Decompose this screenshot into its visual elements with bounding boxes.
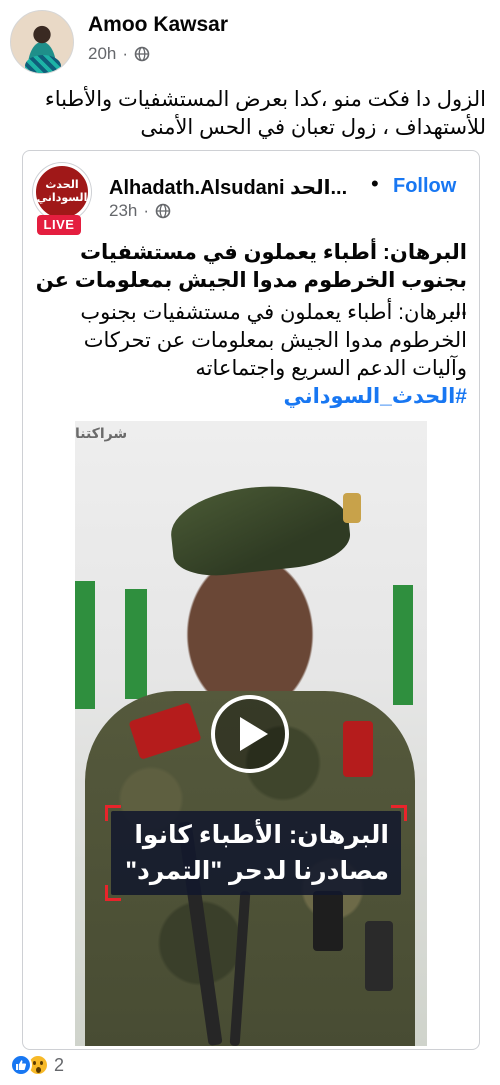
author-avatar[interactable]: [10, 10, 74, 74]
play-button[interactable]: [211, 695, 289, 773]
meta-separator: ·: [122, 44, 129, 63]
post-time[interactable]: 20h: [88, 44, 116, 64]
follow-button[interactable]: Follow: [393, 175, 456, 198]
caption-corner-accent: [105, 805, 121, 821]
page-logo-text-top: الحدث: [45, 179, 79, 191]
post-text: الزول دا فكت منو ،كدا بعرض المستشفيات وا…: [44, 88, 486, 139]
follow-separator: •: [371, 171, 379, 196]
shared-post-meta: 23h ·: [109, 201, 171, 221]
post-meta: 20h ·: [88, 44, 150, 64]
shared-body-text: البرهان: أطباء يعملون في مستشفيات بجنوب …: [80, 301, 467, 380]
reactions-summary[interactable]: 2: [10, 1052, 64, 1078]
collar-insignia: [343, 721, 373, 777]
video-caption-line2: مصادرنا لدحر "التمرد": [125, 857, 389, 885]
page-logo[interactable]: الحدث السوداني LIVE: [33, 163, 97, 235]
microphone: [313, 891, 343, 951]
page-name[interactable]: Alhadath.Alsudani الحد...: [109, 175, 347, 200]
thumbs-up-glyph: [16, 1060, 27, 1070]
reaction-count[interactable]: 2: [54, 1055, 64, 1076]
video-player[interactable]: شراكتنا البرهان: الأطباء كانوا مصادرنا ل…: [75, 421, 427, 1046]
video-watermark: شراكتنا: [75, 425, 128, 441]
like-icon: [10, 1054, 32, 1076]
shared-meta-separator: ·: [143, 201, 150, 220]
video-caption: البرهان: الأطباء كانوا مصادرنا لدحر "الت…: [111, 811, 401, 895]
page-logo-text-bottom: السوداني: [36, 192, 88, 204]
backdrop-green-bar: [393, 585, 413, 705]
hashtag-link[interactable]: #الحدث_السوداني: [283, 383, 467, 411]
caption-corner-accent: [105, 885, 121, 901]
video-caption-line1: البرهان: الأطباء كانوا: [134, 821, 389, 849]
author-name[interactable]: Amoo Kawsar: [88, 13, 228, 37]
caption-corner-accent: [391, 805, 407, 821]
shared-post-time[interactable]: 23h: [109, 201, 137, 221]
backdrop-green-bar: [75, 581, 95, 709]
live-badge: LIVE: [37, 215, 81, 235]
post-header: Amoo Kawsar 20h ·: [10, 10, 490, 74]
page-logo-circle: الحدث السوداني: [33, 163, 91, 221]
backdrop-green-bar: [125, 589, 147, 699]
play-icon: [240, 717, 268, 751]
shared-post-card[interactable]: الحدث السوداني LIVE Alhadath.Alsudani ال…: [22, 150, 480, 1050]
beret-badge: [343, 493, 361, 523]
globe-icon: [155, 203, 171, 219]
microphone: [365, 921, 393, 991]
globe-icon: [134, 46, 150, 62]
speaker-beret: [167, 477, 353, 581]
